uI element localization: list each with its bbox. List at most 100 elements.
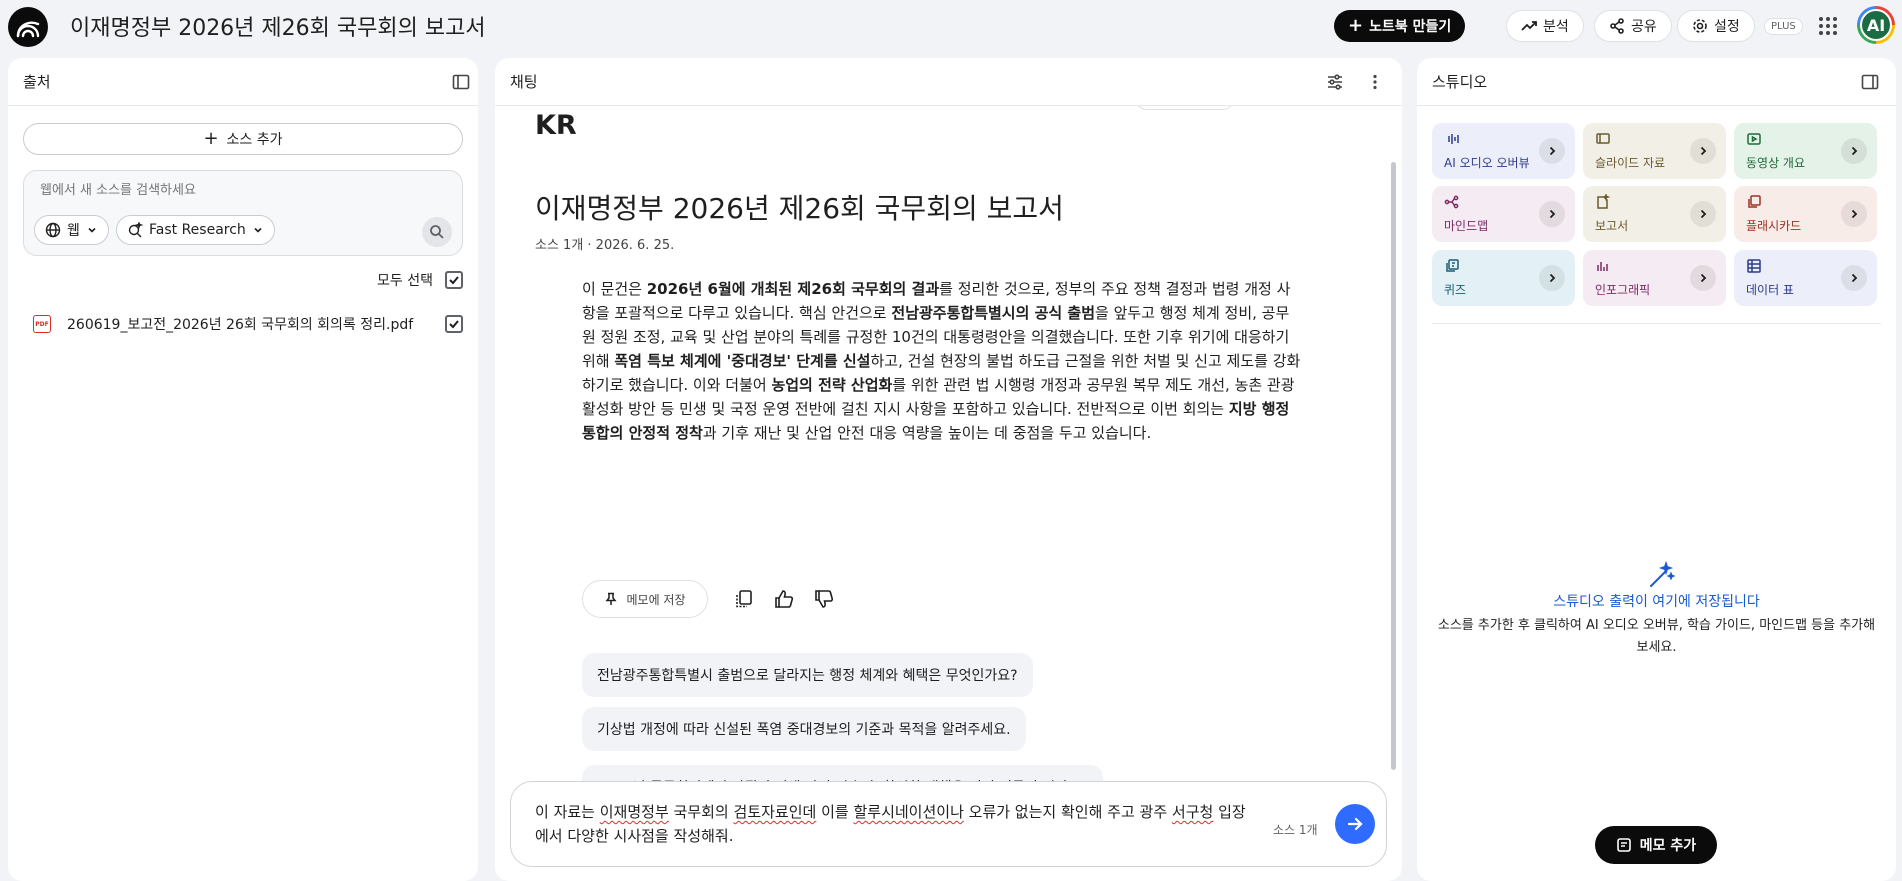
chat-title: 채팅	[510, 73, 538, 91]
add-source-button[interactable]: + 소스 추가	[23, 123, 463, 155]
tune-settings-icon[interactable]	[1325, 72, 1345, 92]
studio-tile-arrow-button[interactable]	[1539, 201, 1565, 227]
studio-tile-label: AI 오디오 오버뷰	[1444, 156, 1530, 170]
sources-title: 출처	[23, 73, 51, 91]
collapse-panel-icon[interactable]	[1860, 72, 1880, 92]
chat-scrollbar[interactable]	[1391, 162, 1396, 770]
studio-tile-data-table[interactable]: 데이터 표	[1734, 250, 1877, 306]
studio-tile-arrow-button[interactable]	[1690, 265, 1716, 291]
studio-tile-label: 퀴즈	[1444, 283, 1467, 297]
studio-tile-label: 플래시카드	[1746, 219, 1802, 233]
studio-tile-mindmap[interactable]: 마인드맵	[1432, 186, 1575, 242]
notebook-meta: 소스 1개 · 2026. 6. 25.	[535, 238, 675, 253]
web-search-input[interactable]	[40, 183, 440, 198]
chevron-right-icon	[1851, 209, 1858, 219]
thumbs-down-icon[interactable]	[813, 588, 835, 610]
studio-tile-arrow-button[interactable]	[1841, 265, 1867, 291]
plus-icon: +	[1348, 15, 1364, 36]
studio-divider	[1432, 323, 1881, 324]
summary-highlight: 농업의 전략 산업화	[771, 376, 893, 394]
add-memo-button[interactable]: 메모 추가	[1595, 826, 1717, 864]
web-source-type-dropdown[interactable]: 웹	[34, 215, 109, 245]
studio-title: 스튜디오	[1432, 73, 1488, 91]
misspelled-word: 이재명정부	[599, 803, 669, 821]
select-all-checkbox[interactable]	[445, 271, 463, 289]
summary-highlight: 폭염 특보 체계에 '중대경보' 단계를 신설	[614, 352, 871, 370]
chat-input[interactable]: 이 자료는 이재명정부 국무회의 검토자료인데 이를 할루시네이션이나 오류가 …	[535, 800, 1247, 848]
account-avatar[interactable]: AI	[1857, 6, 1895, 44]
share-icon	[1610, 18, 1624, 34]
cover-heading: KR	[535, 110, 577, 141]
avatar-initials: AI	[1860, 9, 1892, 41]
chevron-right-icon	[1851, 146, 1858, 156]
checkmark-icon	[449, 276, 459, 285]
studio-empty-title: 스튜디오 출력이 여기에 저장됩니다	[1553, 594, 1760, 610]
studio-tile-label: 인포그래픽	[1595, 283, 1651, 297]
chevron-right-icon	[1700, 146, 1707, 156]
settings-button[interactable]: 설정	[1677, 10, 1755, 42]
web-chip-label: 웹	[67, 223, 80, 239]
studio-tile-quiz[interactable]: 퀴즈	[1432, 250, 1575, 306]
pdf-file-icon: PDF	[33, 315, 51, 333]
partial-button[interactable]	[1135, 106, 1235, 110]
web-search-submit-button[interactable]	[422, 217, 452, 247]
send-button[interactable]	[1335, 804, 1375, 844]
studio-tile-label: 슬라이드 자료	[1595, 156, 1666, 170]
studio-tile-label: 보고서	[1595, 219, 1629, 233]
list-item[interactable]: PDF 260619_보고전_2026년 26회 국무회의 회의록 정리.pdf	[23, 308, 463, 340]
trending-up-icon	[1521, 21, 1537, 31]
research-mode-dropdown[interactable]: Fast Research	[116, 215, 275, 245]
chat-composer[interactable]: 이 자료는 이재명정부 국무회의 검토자료인데 이를 할루시네이션이나 오류가 …	[510, 781, 1387, 867]
research-chip-label: Fast Research	[149, 222, 246, 238]
studio-tile-arrow-button[interactable]	[1539, 265, 1565, 291]
notebook-title[interactable]: 이재명정부 2026년 제26회 국무회의 보고서	[70, 10, 486, 42]
chevron-down-icon	[254, 227, 262, 233]
web-source-search: 웹 Fast Research	[23, 170, 463, 256]
thumbs-up-icon[interactable]	[773, 588, 795, 610]
copy-icon[interactable]	[733, 588, 755, 610]
studio-tile-infographic[interactable]: 인포그래픽	[1583, 250, 1726, 306]
collapse-panel-icon[interactable]	[451, 72, 471, 92]
studio-tile-arrow-button[interactable]	[1690, 201, 1716, 227]
select-all-label: 모두 선택	[377, 273, 433, 289]
save-to-memo-button[interactable]: 메모에 저장	[582, 580, 708, 618]
share-label: 공유	[1631, 19, 1657, 35]
mindmap-icon	[1444, 195, 1459, 209]
infographic-icon	[1597, 262, 1608, 271]
misspelled-word: 할루시네이션이나	[853, 803, 964, 821]
analytics-label: 분석	[1543, 19, 1569, 35]
chat-scroll-area[interactable]: KR 이재명정부 2026년 제26회 국무회의 보고서 소스 1개 · 202…	[495, 106, 1402, 821]
studio-tile-arrow-button[interactable]	[1841, 138, 1867, 164]
source-checkbox[interactable]	[445, 315, 463, 333]
select-all-row: 모두 선택	[377, 270, 463, 290]
chevron-right-icon	[1549, 146, 1556, 156]
create-notebook-label: 노트북 만들기	[1369, 19, 1452, 35]
studio-panel: 스튜디오 AI 오디오 오버뷰 슬라이드 자료 동영상 개요마인드맵 보고서 플래시카드…	[1417, 58, 1896, 881]
suggested-question[interactable]: 기상법 개정에 따라 신설된 폭염 중대경보의 기준과 목적을 알려주세요.	[582, 707, 1026, 751]
studio-tile-audio-waveform[interactable]: AI 오디오 오버뷰	[1432, 123, 1575, 179]
studio-tile-arrow-button[interactable]	[1841, 201, 1867, 227]
studio-tile-slides[interactable]: 슬라이드 자료	[1583, 123, 1726, 179]
chevron-right-icon	[1549, 209, 1556, 219]
create-notebook-button[interactable]: + 노트북 만들기	[1334, 10, 1466, 42]
studio-tile-flashcard[interactable]: 플래시카드	[1734, 186, 1877, 242]
share-button[interactable]: 공유	[1594, 10, 1672, 42]
analytics-button[interactable]: 분석	[1506, 10, 1584, 42]
apps-grid-icon[interactable]	[1816, 14, 1840, 38]
plus-icon: +	[203, 128, 219, 149]
studio-tile-arrow-button[interactable]	[1690, 138, 1716, 164]
summary-highlight: 2026년 6월에 개최된 제26회 국무회의 결과	[646, 280, 940, 298]
notebook-summary: 이 문건은 2026년 6월에 개최된 제26회 국무회의 결과를 정리한 것으…	[582, 277, 1302, 445]
notebooklm-logo-icon[interactable]	[8, 7, 48, 47]
studio-tile-report[interactable]: 보고서	[1583, 186, 1726, 242]
studio-tile-arrow-button[interactable]	[1539, 138, 1565, 164]
suggested-question[interactable]: 전남광주통합특별시 출범으로 달라지는 행정 체계와 혜택은 무엇인가요?	[582, 653, 1033, 697]
studio-empty-description: 소스를 추가한 후 클릭하여 AI 오디오 오버뷰, 학습 가이드, 마인드맵 …	[1437, 618, 1876, 655]
source-name: 260619_보고전_2026년 26회 국무회의 회의록 정리.pdf	[67, 317, 414, 333]
composer-text: 오류가 없는지 확인해 주고 광주	[963, 803, 1172, 821]
add-source-label: 소스 추가	[226, 132, 283, 148]
studio-tile-video[interactable]: 동영상 개요	[1734, 123, 1877, 179]
composer-text: 국무회의	[668, 803, 734, 821]
studio-tile-label: 동영상 개요	[1746, 156, 1806, 170]
more-vert-icon[interactable]	[1365, 72, 1385, 92]
